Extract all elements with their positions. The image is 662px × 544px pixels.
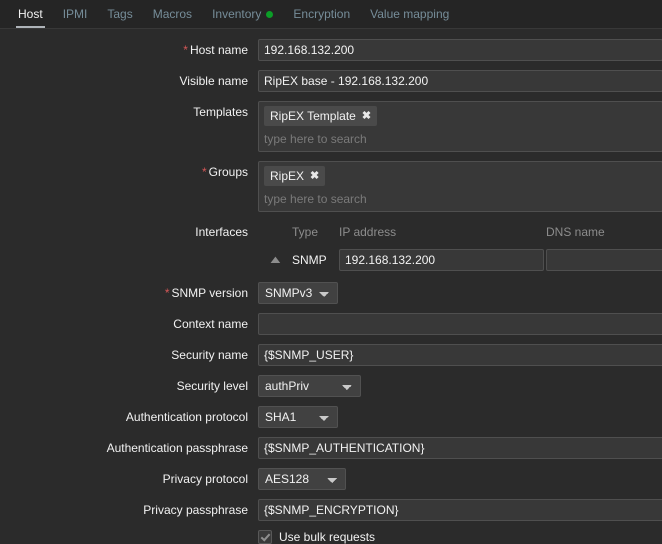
tab-bar: Host IPMI Tags Macros Inventory Encrypti… (0, 0, 662, 29)
snmp-version-select[interactable]: SNMPv3 (258, 282, 338, 304)
auth-passphrase-input[interactable] (258, 437, 662, 459)
inventory-status-dot-icon (266, 10, 274, 18)
required-marker: * (201, 165, 207, 179)
field-row-auth-protocol: Authentication protocol SHA1 (0, 406, 662, 428)
field-row-bulk-requests: Use bulk requests (0, 530, 662, 544)
tab-encryption-label: Encryption (293, 7, 351, 21)
tab-value-mapping[interactable]: Value mapping (360, 7, 459, 28)
snmp-version-label: * SNMP version (164, 286, 248, 300)
field-row-templates: Templates RipEX Template ✖ Select (0, 101, 662, 152)
field-row-snmp-version: * SNMP version SNMPv3 (0, 282, 662, 304)
column-header-type: Type (292, 225, 319, 239)
field-row-security-level: Security level authPriv (0, 375, 662, 397)
tab-tags[interactable]: Tags (97, 7, 142, 28)
tab-inventory[interactable]: Inventory (202, 7, 283, 28)
privacy-protocol-label: Privacy protocol (162, 472, 248, 486)
security-name-label: Security name (171, 348, 248, 362)
interface-dns-name-input[interactable] (546, 249, 662, 271)
group-chip[interactable]: RipEX ✖ (264, 166, 326, 186)
visible-name-label: Visible name (179, 74, 248, 88)
tab-macros-label: Macros (152, 7, 193, 21)
column-header-ip-address: IP address (339, 225, 397, 239)
field-row-privacy-protocol: Privacy protocol AES128 (0, 468, 662, 490)
auth-protocol-label: Authentication protocol (125, 410, 248, 424)
field-row-security-name: Security name (0, 344, 662, 366)
field-row-auth-passphrase: Authentication passphrase (0, 437, 662, 459)
host-configuration-form: *Host name Visible name Templates RipEX … (0, 29, 662, 544)
field-row-interfaces: Interfaces Type IP address DNS name Conn… (0, 221, 662, 272)
host-name-input[interactable] (258, 39, 662, 61)
interface-row-snmp: ▲ SNMP IP DNS (258, 248, 662, 272)
remove-group-icon[interactable]: ✖ (310, 170, 319, 182)
field-row-host-name: * Host name (0, 39, 662, 61)
column-header-dns-name: DNS name (546, 225, 605, 239)
host-name-label: * Host name (183, 43, 248, 57)
interface-ip-address-input[interactable] (339, 249, 544, 271)
interface-type-label: SNMP (292, 253, 327, 267)
tab-tags-label: Tags (107, 7, 133, 21)
use-bulk-requests-checkbox[interactable] (258, 530, 272, 544)
privacy-protocol-select[interactable]: AES128 (258, 468, 346, 490)
interfaces-header-row: Type IP address DNS name Connect to Port (258, 221, 662, 243)
privacy-passphrase-input[interactable] (258, 499, 662, 521)
remove-template-icon[interactable]: ✖ (362, 110, 371, 122)
security-name-input[interactable] (258, 344, 662, 366)
interfaces-label: Interfaces (195, 225, 248, 239)
visible-name-input[interactable] (258, 70, 662, 92)
auth-protocol-select[interactable]: SHA1 (258, 406, 338, 428)
context-name-input[interactable] (258, 313, 662, 335)
groups-label: * Groups (201, 165, 248, 179)
context-name-label: Context name (173, 317, 248, 331)
tab-ipmi[interactable]: IPMI (53, 7, 98, 28)
security-level-select[interactable]: authPriv (258, 375, 361, 397)
field-row-privacy-passphrase: Privacy passphrase (0, 499, 662, 521)
tab-ipmi-label: IPMI (62, 7, 88, 21)
field-row-groups: *Groups RipEX ✖ Select (0, 161, 662, 212)
field-row-context-name: Context name (0, 313, 662, 335)
tab-host[interactable]: Host (8, 7, 53, 28)
template-chip-label: RipEX Template (270, 109, 356, 123)
tab-inventory-label: Inventory (212, 7, 262, 21)
use-bulk-requests-label: Use bulk requests (279, 530, 376, 544)
field-row-visible-name: Visible name (0, 70, 662, 92)
required-marker: * (164, 286, 170, 300)
auth-passphrase-label: Authentication passphrase (106, 441, 248, 455)
templates-search-input[interactable] (264, 130, 657, 148)
snmp-details-section: * SNMP version SNMPv3 Context name Securi… (0, 282, 662, 544)
tab-encryption[interactable]: Encryption (283, 7, 360, 28)
privacy-passphrase-label: Privacy passphrase (143, 503, 248, 517)
tab-value-mapping-label: Value mapping (370, 7, 450, 21)
group-chip-label: RipEX (270, 169, 305, 183)
tab-host-label: Host (18, 7, 43, 21)
groups-search-input[interactable] (264, 190, 657, 208)
templates-label: Templates (193, 105, 248, 119)
security-level-label: Security level (176, 379, 248, 393)
required-marker: * (183, 43, 188, 57)
interfaces-table: Type IP address DNS name Connect to Port… (258, 221, 662, 272)
tab-macros[interactable]: Macros (143, 7, 202, 28)
chevron-up-icon[interactable]: ▲ (267, 254, 283, 266)
template-chip[interactable]: RipEX Template ✖ (264, 106, 378, 126)
templates-multiselect[interactable]: RipEX Template ✖ (258, 101, 662, 152)
groups-multiselect[interactable]: RipEX ✖ (258, 161, 662, 212)
